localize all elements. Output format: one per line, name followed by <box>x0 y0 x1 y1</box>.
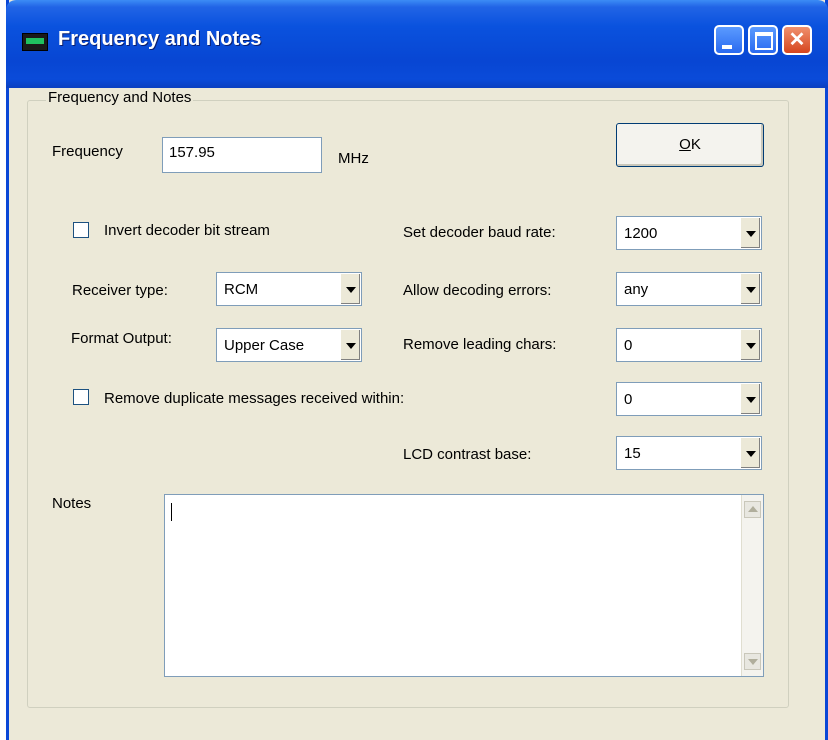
chevron-down-icon[interactable] <box>740 274 760 304</box>
invert-checkbox[interactable] <box>73 222 89 238</box>
notes-textarea[interactable] <box>164 494 764 677</box>
close-icon[interactable]: ✕ <box>782 25 812 55</box>
lcd-contrast-value: 15 <box>624 445 641 462</box>
frequency-input[interactable]: 157.95 <box>162 137 322 173</box>
notes-scrollbar[interactable] <box>741 495 763 676</box>
decoding-errors-select[interactable]: any <box>616 272 762 306</box>
receiver-type-value: RCM <box>224 281 259 298</box>
chevron-down-icon[interactable] <box>740 384 760 414</box>
decoding-errors-label: Allow decoding errors: <box>403 282 552 299</box>
baud-rate-select[interactable]: 1200 <box>616 216 762 250</box>
duplicates-value: 0 <box>624 391 633 408</box>
format-output-select[interactable]: Upper Case <box>216 328 362 362</box>
baud-rate-value: 1200 <box>624 225 658 242</box>
leading-chars-value: 0 <box>624 337 633 354</box>
decoding-errors-value: any <box>624 281 649 298</box>
duplicates-select[interactable]: 0 <box>616 382 762 416</box>
lcd-icon <box>22 33 48 51</box>
format-output-value: Upper Case <box>224 337 305 354</box>
frequency-label: Frequency <box>52 143 123 160</box>
chevron-down-icon[interactable] <box>740 218 760 248</box>
scroll-up-icon[interactable] <box>744 501 761 518</box>
ok-accelerator: O <box>679 136 691 153</box>
maximize-icon[interactable] <box>748 25 778 55</box>
minimize-icon[interactable] <box>714 25 744 55</box>
lcd-contrast-label: LCD contrast base: <box>403 446 532 463</box>
chevron-down-icon[interactable] <box>340 274 360 304</box>
chevron-down-icon[interactable] <box>740 438 760 468</box>
scroll-down-icon[interactable] <box>744 653 761 670</box>
title-bar[interactable]: Frequency and Notes ✕ <box>6 0 828 88</box>
notes-label: Notes <box>52 495 92 512</box>
lcd-contrast-select[interactable]: 15 <box>616 436 762 470</box>
receiver-type-select[interactable]: RCM <box>216 272 362 306</box>
groupbox-label: Frequency and Notes <box>46 89 194 106</box>
window-title: Frequency and Notes <box>58 28 262 50</box>
leading-chars-label: Remove leading chars: <box>403 336 557 353</box>
baud-rate-label: Set decoder baud rate: <box>403 224 556 241</box>
duplicates-label: Remove duplicate messages received withi… <box>104 390 405 407</box>
invert-label: Invert decoder bit stream <box>104 222 270 239</box>
format-output-label: Format Output: <box>71 330 172 347</box>
ok-label: K <box>690 136 701 153</box>
chevron-down-icon[interactable] <box>740 330 760 360</box>
text-caret <box>171 503 172 521</box>
leading-chars-select[interactable]: 0 <box>616 328 762 362</box>
receiver-type-label: Receiver type: <box>72 282 168 299</box>
frequency-unit: MHz <box>338 150 369 167</box>
ok-button[interactable]: OK <box>616 123 764 167</box>
chevron-down-icon[interactable] <box>340 330 360 360</box>
duplicates-checkbox[interactable] <box>73 389 89 405</box>
